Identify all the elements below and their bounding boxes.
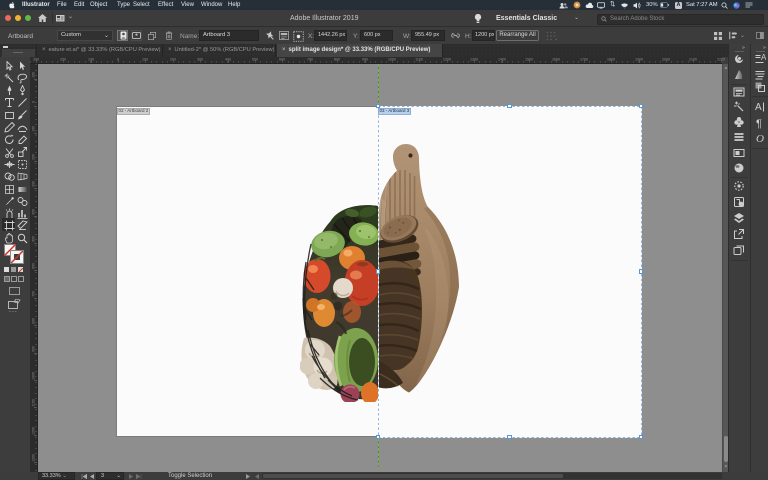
svg-text:A: A [761,53,766,62]
svg-text:¶: ¶ [756,118,762,129]
svg-text:O: O [756,133,764,144]
svg-text:A: A [755,102,762,113]
